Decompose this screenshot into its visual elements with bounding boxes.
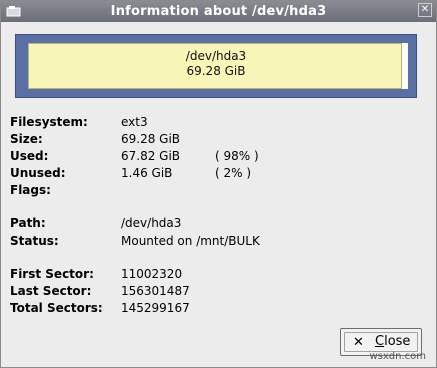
watermark: wsxdn.com [369,351,426,362]
total-sectors-label: Total Sectors: [10,301,103,315]
usage-size: 69.28 GiB [186,64,246,78]
first-sector-label: First Sector: [10,267,94,281]
used-label: Used: [10,149,49,163]
size-label: Size: [10,132,43,146]
unused-label: Unused: [10,166,66,180]
status-value: Mounted on /mnt/BULK [121,234,260,248]
usage-label: /dev/hda3 69.28 GiB [16,49,416,79]
filesystem-value: ext3 [121,115,148,129]
title-bar[interactable]: Information about /dev/hda3 ✕ [1,1,436,22]
dialog-window: Information about /dev/hda3 ✕ /dev/hda3 … [0,0,437,368]
unused-percent: ( 2% ) [215,166,252,180]
unused-value: 1.46 GiB [121,166,173,180]
status-label: Status: [10,234,59,248]
close-button-label: Close [375,334,410,349]
last-sector-label: Last Sector: [10,284,92,298]
first-sector-value: 11002320 [121,267,183,281]
path-value: /dev/hda3 [121,216,182,230]
close-button-mnemonic: C [375,334,385,349]
path-label: Path: [10,216,46,230]
total-sectors-value: 145299167 [121,301,190,315]
flags-label: Flags: [10,183,51,197]
close-icon: ✕ [353,335,364,350]
size-value: 69.28 GiB [121,132,181,146]
close-button-label-rest: lose [384,334,411,349]
last-sector-value: 156301487 [121,284,190,298]
window-close-icon[interactable]: ✕ [418,3,432,17]
window-title: Information about /dev/hda3 [110,4,327,19]
partition-usage-graphic: /dev/hda3 69.28 GiB [15,34,417,98]
usage-path: /dev/hda3 [185,49,247,63]
used-percent: ( 98% ) [215,149,259,163]
used-value: 67.82 GiB [121,149,181,163]
filesystem-label: Filesystem: [10,115,88,129]
